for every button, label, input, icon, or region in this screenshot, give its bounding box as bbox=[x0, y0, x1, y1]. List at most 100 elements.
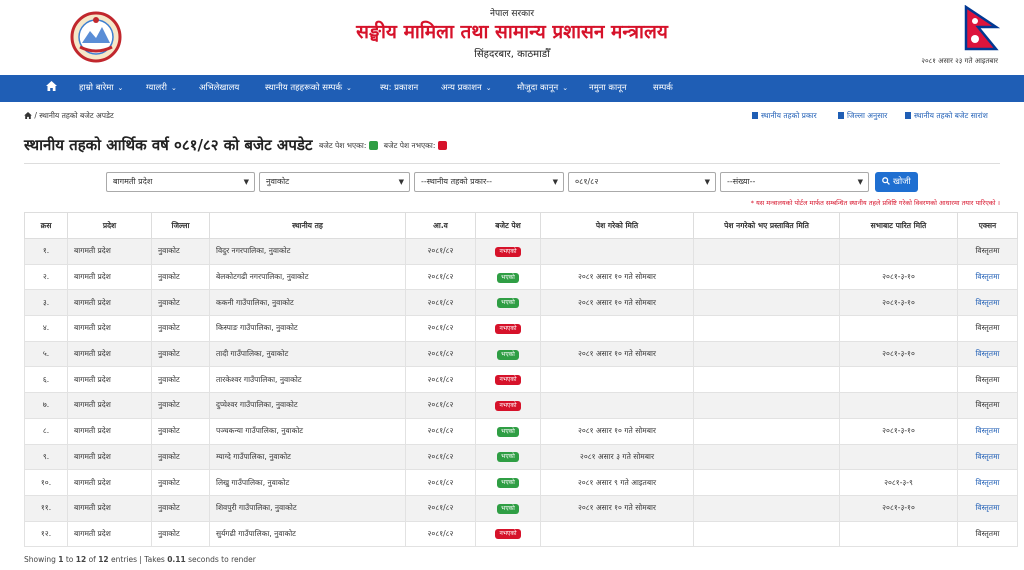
status-badge: भएको bbox=[497, 503, 519, 514]
cell-fy: २०८१/८२ bbox=[405, 315, 476, 342]
nav-gallery[interactable]: ग्यालरी ⌄ bbox=[146, 75, 177, 102]
status-badge: नभएको bbox=[495, 375, 521, 386]
cell-action: विस्तृतमा bbox=[957, 469, 1018, 496]
cell-province: बागमती प्रदेश bbox=[67, 494, 152, 522]
cell-action: विस्तृतमा bbox=[957, 520, 1018, 548]
cell-proposed-date bbox=[693, 494, 840, 522]
district-select[interactable]: नुवाकोट ▼ bbox=[259, 172, 410, 192]
details-link[interactable]: विस्तृतमा bbox=[975, 529, 999, 538]
cell-province: बागमती प्रदेश bbox=[67, 238, 152, 265]
nav-home[interactable] bbox=[46, 75, 57, 102]
nav-existing-law[interactable]: मौजुदा कानून ⌄ bbox=[517, 75, 568, 102]
title-row: स्थानीय तहको आर्थिक वर्ष ०८१/८२ को बजेट … bbox=[24, 135, 450, 155]
cell-district: नुवाकोट bbox=[151, 443, 210, 471]
cell-district: नुवाकोट bbox=[151, 392, 210, 419]
cell-submitted-date: २०८१ असार १० गते सोमबार bbox=[540, 417, 694, 445]
cell-sn: ८. bbox=[24, 417, 68, 445]
table-row: ५. बागमती प्रदेश नुवाकोट तादी गाउँपालिका, न… bbox=[24, 340, 1018, 368]
local-type-select[interactable]: --स्थानीय तहको प्रकार-- ▼ bbox=[414, 172, 564, 192]
legend: बजेट पेश भएका: बजेट पेश नभएका: bbox=[319, 141, 450, 151]
nav-local-publications[interactable]: स्थ: प्रकाशन bbox=[380, 75, 418, 102]
details-link[interactable]: विस्तृतमा bbox=[975, 503, 999, 512]
details-link[interactable]: विस्तृतमा bbox=[975, 400, 999, 409]
details-link[interactable]: विस्तृतमा bbox=[975, 478, 999, 487]
cell-submitted-date bbox=[540, 392, 694, 419]
home-icon[interactable] bbox=[24, 112, 32, 119]
chevron-down-icon: ▼ bbox=[552, 178, 558, 186]
details-link[interactable]: विस्तृतमा bbox=[975, 349, 999, 358]
col-proposed-date: पेश नगरेको भए प्रस्तावित मिति bbox=[693, 212, 840, 239]
details-link[interactable]: विस्तृतमा bbox=[975, 375, 999, 384]
province-select[interactable]: बागमती प्रदेश ▼ bbox=[106, 172, 255, 192]
nav-other-publications[interactable]: अन्य प्रकाशन ⌄ bbox=[441, 75, 492, 102]
cell-status: भएको bbox=[475, 340, 541, 368]
details-link[interactable]: विस्तृतमा bbox=[975, 246, 999, 255]
count-select[interactable]: --संख्या-- ▼ bbox=[720, 172, 869, 192]
link-budget-summary[interactable]: स्थानीय तहको बजेट सारांश bbox=[905, 111, 988, 121]
cell-sn: १. bbox=[24, 238, 68, 265]
cell-sn: ९. bbox=[24, 443, 68, 471]
cell-status: भएको bbox=[475, 494, 541, 522]
cell-action: विस्तृतमा bbox=[957, 263, 1018, 291]
cell-province: बागमती प्रदेश bbox=[67, 289, 152, 317]
cell-district: नुवाकोट bbox=[151, 315, 210, 342]
nav-archive[interactable]: अभिलेखालय bbox=[199, 75, 239, 102]
cell-status: भएको bbox=[475, 263, 541, 291]
cell-status: भएको bbox=[475, 443, 541, 471]
nav-about[interactable]: हाम्रो बारेमा ⌄ bbox=[79, 75, 123, 102]
table-row: २. बागमती प्रदेश नुवाकोट बेलकोटगढी नगरपालिक… bbox=[24, 263, 1018, 291]
cell-submitted-date bbox=[540, 238, 694, 265]
cell-district: नुवाकोट bbox=[151, 520, 210, 548]
table-row: ९. बागमती प्रदेश नुवाकोट म्याग्दे गाउँपालिक… bbox=[24, 443, 1018, 471]
cell-passed-date: २०८१-३-१० bbox=[839, 417, 958, 445]
cell-submitted-date bbox=[540, 520, 694, 548]
data-note: * यस मन्त्रालयको पोर्टल मार्फत सम्बन्धित… bbox=[750, 199, 1000, 207]
budget-table: क्रस प्रदेश जिल्ला स्थानीय तह आ.व बजेट प… bbox=[24, 212, 1018, 548]
link-local-type[interactable]: स्थानीय तहको प्रकार bbox=[752, 111, 817, 121]
cell-sn: ४. bbox=[24, 315, 68, 342]
cell-fy: २०८१/८२ bbox=[405, 494, 476, 522]
nav-model-law[interactable]: नमुना कानून bbox=[589, 75, 627, 102]
col-action: एक्सन bbox=[957, 212, 1018, 239]
cell-sn: ३. bbox=[24, 289, 68, 317]
nav-contact[interactable]: सम्पर्क bbox=[653, 75, 673, 102]
cell-passed-date: २०८१-३-१० bbox=[839, 340, 958, 368]
cell-province: बागमती प्रदेश bbox=[67, 392, 152, 419]
cell-status: नभएको bbox=[475, 392, 541, 419]
cell-local: बेलकोटगढी नगरपालिका, नुवाकोट bbox=[209, 263, 406, 291]
details-link[interactable]: विस्तृतमा bbox=[975, 323, 999, 332]
cell-district: नुवाकोट bbox=[151, 263, 210, 291]
cell-local: पञ्चकन्या गाउँपालिका, नुवाकोट bbox=[209, 417, 406, 445]
cell-status: नभएको bbox=[475, 366, 541, 394]
details-link[interactable]: विस्तृतमा bbox=[975, 426, 999, 435]
cell-local: विदुर नगरपालिका, नुवाकोट bbox=[209, 238, 406, 265]
status-badge: नभएको bbox=[495, 323, 521, 334]
details-link[interactable]: विस्तृतमा bbox=[975, 452, 999, 461]
details-link[interactable]: विस्तृतमा bbox=[975, 298, 999, 307]
cell-sn: ५. bbox=[24, 340, 68, 368]
cell-province: बागमती प्रदेश bbox=[67, 469, 152, 496]
nav-local-contacts[interactable]: स्थानीय तहहरूको सम्पर्क ⌄ bbox=[265, 75, 352, 102]
cell-action: विस्तृतमा bbox=[957, 392, 1018, 419]
cell-local: लिखु गाउँपालिका, नुवाकोट bbox=[209, 469, 406, 496]
cell-local: ककनी गाउँपालिका, नुवाकोट bbox=[209, 289, 406, 317]
breadcrumb: / स्थानीय तहको बजेट अपडेट bbox=[24, 111, 114, 121]
cell-passed-date: २०८१-३-१० bbox=[839, 263, 958, 291]
chevron-down-icon: ⌄ bbox=[562, 84, 569, 92]
cell-passed-date bbox=[839, 366, 958, 394]
cell-status: नभएको bbox=[475, 315, 541, 342]
current-date: २०८१ असार २३ गते आइतबार bbox=[921, 57, 998, 65]
cell-fy: २०८१/८२ bbox=[405, 443, 476, 471]
cell-proposed-date bbox=[693, 340, 840, 368]
fiscal-year-select[interactable]: ०८१/८२ ▼ bbox=[568, 172, 716, 192]
cell-fy: २०८१/८२ bbox=[405, 263, 476, 291]
link-district-wise[interactable]: जिल्ला अनुसार bbox=[838, 111, 887, 121]
details-link[interactable]: विस्तृतमा bbox=[975, 272, 999, 281]
cell-passed-date: २०८१-३-९ bbox=[839, 469, 958, 496]
search-button[interactable]: खोजी bbox=[875, 172, 918, 192]
cell-district: नुवाकोट bbox=[151, 340, 210, 368]
cell-passed-date bbox=[839, 238, 958, 265]
col-submitted-date: पेश गरेको मिति bbox=[540, 212, 694, 239]
status-badge: भएको bbox=[497, 272, 519, 283]
cell-province: बागमती प्रदेश bbox=[67, 263, 152, 291]
